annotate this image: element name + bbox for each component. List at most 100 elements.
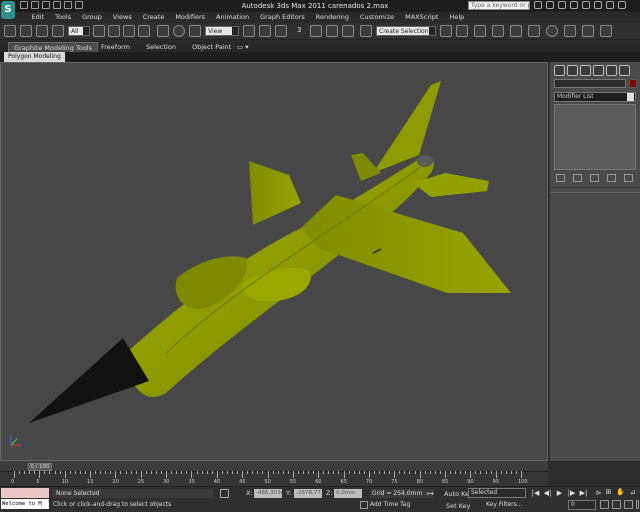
help-icon[interactable] xyxy=(582,1,590,9)
maxscript-listener-input[interactable] xyxy=(1,488,49,498)
menu-views[interactable]: Views xyxy=(107,12,137,23)
spinner-snap-icon[interactable] xyxy=(342,25,354,37)
object-name-field[interactable] xyxy=(554,79,626,88)
go-to-end-icon[interactable]: ▶| xyxy=(579,489,588,498)
communication-icon[interactable] xyxy=(558,1,566,9)
lock-selection-icon[interactable] xyxy=(220,489,229,498)
tab-selection[interactable]: Selection xyxy=(141,42,181,52)
subscription-icon[interactable] xyxy=(546,1,554,9)
menu-graph-editors[interactable]: Graph Editors xyxy=(255,12,311,23)
y-coordinate-field[interactable]: -2878,777n xyxy=(294,489,322,498)
play-icon[interactable]: ▶ xyxy=(555,489,564,498)
tab-freeform[interactable]: Freeform xyxy=(96,42,135,52)
menu-modifiers[interactable]: Modifiers xyxy=(170,12,211,23)
layer-manager-icon[interactable] xyxy=(474,25,486,37)
menu-help[interactable]: Help xyxy=(444,12,470,23)
polygon-modeling-panel[interactable]: Polygon Modeling xyxy=(4,52,65,62)
time-slider[interactable] xyxy=(0,461,548,471)
rectangular-selection-icon[interactable] xyxy=(123,25,135,37)
project-folder-icon[interactable] xyxy=(75,1,83,9)
time-config-icon[interactable]: ⊞ xyxy=(604,488,613,497)
key-filters-button[interactable]: Key Filters... xyxy=(486,500,528,510)
x-coordinate-field[interactable]: -486,303m xyxy=(254,489,282,498)
angle-snap-icon[interactable] xyxy=(310,25,322,37)
next-frame-icon[interactable]: |▶ xyxy=(567,489,576,498)
schematic-view-icon[interactable] xyxy=(528,25,540,37)
new-file-icon[interactable] xyxy=(20,1,28,9)
display-tab-icon[interactable] xyxy=(606,65,617,76)
curve-editor-icon[interactable] xyxy=(510,25,522,37)
pin-stack-icon[interactable] xyxy=(556,174,565,182)
render-production-icon[interactable] xyxy=(600,25,612,37)
tab-object-paint[interactable]: Object Paint xyxy=(187,42,236,52)
percent-snap-icon[interactable] xyxy=(326,25,338,37)
window-crossing-icon[interactable] xyxy=(138,25,150,37)
maximize-viewport-icon[interactable] xyxy=(624,500,633,509)
configure-sets-icon[interactable] xyxy=(624,174,633,182)
material-editor-icon[interactable] xyxy=(546,25,558,37)
current-frame-field[interactable]: 0 xyxy=(568,500,596,510)
pivot-center-icon[interactable] xyxy=(243,25,255,37)
unlink-icon[interactable] xyxy=(36,25,48,37)
orbit-icon[interactable] xyxy=(636,500,639,509)
undo-icon[interactable] xyxy=(53,1,61,9)
select-object-icon[interactable] xyxy=(93,25,105,37)
select-manipulate-icon[interactable] xyxy=(259,25,271,37)
maximize-icon[interactable] xyxy=(606,1,614,9)
search-icon[interactable] xyxy=(534,1,542,9)
menu-customize[interactable]: Customize xyxy=(354,12,399,23)
pan-icon[interactable]: ✋ xyxy=(616,488,625,497)
field-of-view-icon[interactable]: ⊿ xyxy=(628,488,637,497)
modify-tab-icon[interactable] xyxy=(567,65,578,76)
select-by-name-icon[interactable] xyxy=(108,25,120,37)
select-and-scale-icon[interactable] xyxy=(189,25,201,37)
favorites-icon[interactable] xyxy=(570,1,578,9)
keyboard-shortcut-icon[interactable] xyxy=(275,25,287,37)
utilities-tab-icon[interactable] xyxy=(619,65,630,76)
bind-space-warp-icon[interactable] xyxy=(52,25,64,37)
close-icon[interactable] xyxy=(618,1,626,9)
key-mode-toggle-icon[interactable]: ⊳ xyxy=(594,489,603,498)
previous-frame-icon[interactable]: ◀| xyxy=(543,489,552,498)
ribbon-options-icon[interactable]: ▭ ▾ xyxy=(232,42,253,52)
edit-named-selection-icon[interactable] xyxy=(360,25,372,37)
modifier-list-dropdown[interactable]: Modifier List xyxy=(554,92,636,102)
select-and-rotate-icon[interactable] xyxy=(173,25,185,37)
zoom-icon[interactable] xyxy=(600,500,609,509)
graphite-toggle-icon[interactable] xyxy=(492,25,504,37)
redo-icon[interactable] xyxy=(64,1,72,9)
render-setup-icon[interactable] xyxy=(564,25,576,37)
align-icon[interactable] xyxy=(456,25,468,37)
create-tab-icon[interactable] xyxy=(554,65,565,76)
key-mode-dropdown[interactable]: Selected xyxy=(468,488,526,498)
select-and-move-icon[interactable] xyxy=(157,25,169,37)
modifier-stack[interactable] xyxy=(554,104,636,170)
motion-tab-icon[interactable] xyxy=(593,65,604,76)
open-file-icon[interactable] xyxy=(31,1,39,9)
menu-maxscript[interactable]: MAXScript xyxy=(400,12,444,23)
menu-animation[interactable]: Animation xyxy=(211,12,255,23)
zoom-all-icon[interactable] xyxy=(612,500,621,509)
selection-filter-dropdown[interactable]: All xyxy=(68,26,90,36)
set-key-button[interactable]: Set Key xyxy=(446,502,471,510)
menu-group[interactable]: Group xyxy=(77,12,108,23)
application-button[interactable]: S xyxy=(1,1,15,19)
hierarchy-tab-icon[interactable] xyxy=(580,65,591,76)
snap-toggle[interactable]: 3 xyxy=(297,26,301,34)
time-slider-handle[interactable]: 0 / 100 xyxy=(28,463,52,471)
save-file-icon[interactable] xyxy=(42,1,50,9)
select-link-icon[interactable] xyxy=(20,25,32,37)
add-time-tag[interactable]: Add Time Tag xyxy=(370,501,410,508)
menu-rendering[interactable]: Rendering xyxy=(310,12,354,23)
remove-modifier-icon[interactable] xyxy=(607,174,616,182)
minimize-icon[interactable] xyxy=(594,1,602,9)
menu-create[interactable]: Create xyxy=(137,12,170,23)
set-keys-key-icon[interactable]: ⊶ xyxy=(426,490,440,498)
menu-edit[interactable]: Edit xyxy=(26,12,50,23)
mirror-icon[interactable] xyxy=(440,25,452,37)
named-selection-dropdown[interactable]: Create Selection Se xyxy=(376,26,436,36)
make-unique-icon[interactable] xyxy=(590,174,599,182)
menu-tools[interactable]: Tools xyxy=(50,12,77,23)
maxscript-output[interactable]: Welcome to M xyxy=(1,499,49,509)
perspective-viewport[interactable] xyxy=(0,62,548,461)
